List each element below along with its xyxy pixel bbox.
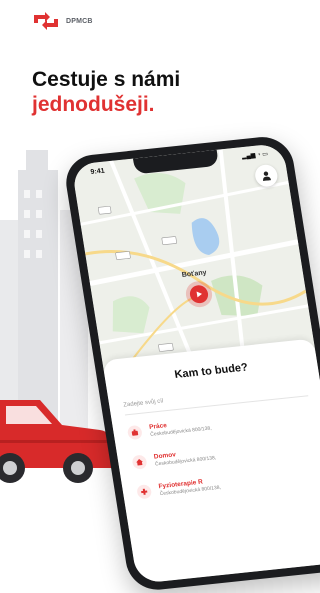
- home-icon: [131, 454, 148, 470]
- phone-mockup: 9:41 ▂▄▆ ◔ ▭ Boťany Kam to bude? Zadejte…: [62, 134, 320, 593]
- briefcase-icon: [126, 424, 143, 441]
- app-screen: 9:41 ▂▄▆ ◔ ▭ Boťany Kam to bude? Zadejte…: [71, 142, 320, 584]
- headline: Cestuje s námi jednodušeji.: [32, 67, 180, 117]
- destination-panel: Kam to bude? Zadejte svůj cíl Práce Česk…: [102, 338, 320, 584]
- headline-line-2: jednodušeji.: [32, 93, 155, 116]
- dpmcb-logo-icon: [34, 12, 58, 30]
- map-view[interactable]: [71, 142, 316, 373]
- status-time: 9:41: [90, 167, 106, 177]
- user-icon: [262, 171, 272, 182]
- play-icon: [196, 291, 202, 298]
- brand-name: DPMCB: [66, 17, 93, 25]
- brand-logo: DPMCB: [31, 10, 93, 32]
- headline-line-1: Cestuje s námi: [32, 68, 181, 91]
- medical-icon: [136, 484, 153, 500]
